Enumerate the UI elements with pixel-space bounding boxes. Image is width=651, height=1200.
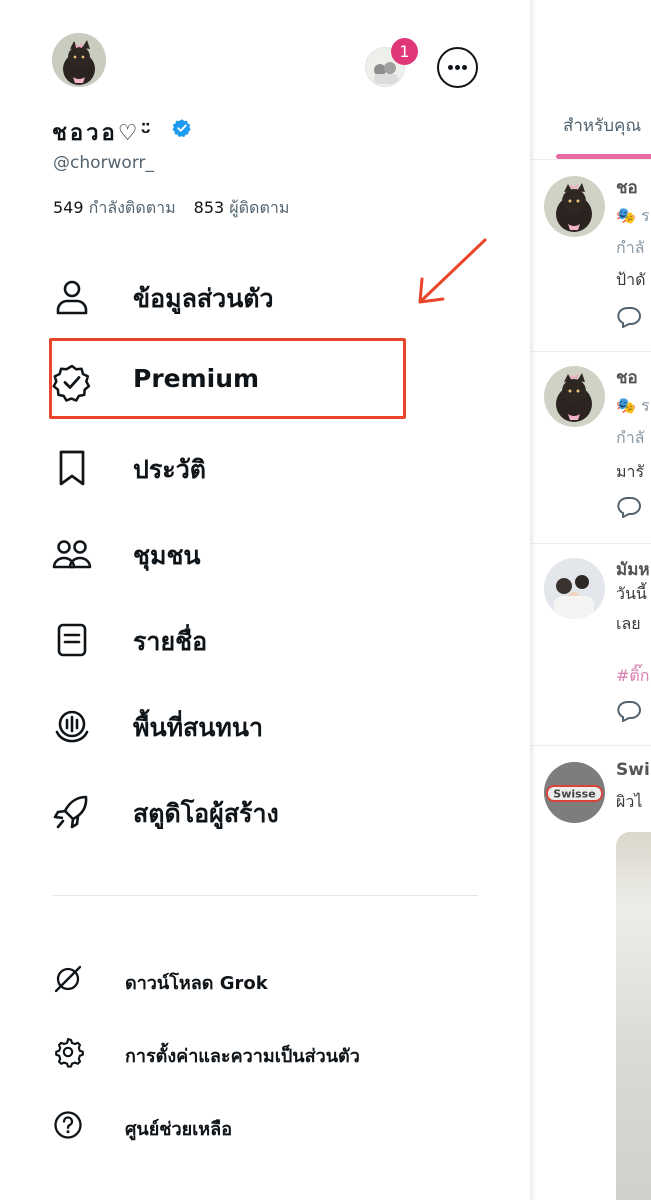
lists-icon <box>57 623 87 657</box>
post-media[interactable] <box>616 832 651 1200</box>
post-text: ป้าดั <box>616 270 646 289</box>
help-icon <box>54 1111 82 1139</box>
nav-item-label: ข้อมูลส่วนตัว <box>133 284 274 313</box>
nav-item-label: ชุมชน <box>133 541 201 570</box>
grok-icon <box>54 965 82 993</box>
post-avatar[interactable] <box>544 366 605 427</box>
post-author[interactable]: มัมห <box>616 556 650 583</box>
section-divider <box>53 895 478 896</box>
nav-item-bookmarks[interactable]: ประวัติ <box>52 436 452 496</box>
nav-item-creator-studio[interactable]: สตูดิโอผู้สร้าง <box>52 780 452 840</box>
post-avatar[interactable]: Swisse <box>544 762 605 823</box>
menu-item-label: การตั้งค่าและความเป็นส่วนตัว <box>125 1046 360 1067</box>
post-author[interactable]: ชอ <box>616 174 638 201</box>
nav-item-label: พื้นที่สนทนา <box>133 713 264 742</box>
post-hashtag[interactable]: #ติ๊ก <box>616 664 649 689</box>
nav-item-spaces[interactable]: พื้นที่สนทนา <box>52 694 452 754</box>
menu-item-help-center[interactable]: ศูนย์ช่วยเหลือ <box>52 1103 472 1147</box>
side-drawer: 1 ชอวอ♡ᵕ̈ @chorworr_ 549 กำลังติดตาม 853 … <box>0 0 530 1200</box>
feed-post[interactable]: ชอ 🎭 ร กำลั มารั <box>530 352 651 544</box>
post-text: ผิวไ <box>616 792 643 811</box>
person-icon <box>56 280 88 315</box>
tab-for-you[interactable]: สำหรับคุณ <box>563 112 641 139</box>
post-text: กำลั <box>616 238 645 257</box>
nav-item-profile[interactable]: ข้อมูลส่วนตัว <box>52 265 452 325</box>
following-count: 549 <box>53 198 84 217</box>
post-avatar[interactable] <box>544 558 605 619</box>
nav-item-communities[interactable]: ชุมชน <box>52 522 452 582</box>
post-text: 🎭 ร <box>616 396 650 415</box>
post-text: มารั <box>616 462 645 481</box>
communities-icon <box>52 540 92 569</box>
bookmark-icon <box>59 450 85 486</box>
home-feed: สำหรับคุณ ชอ 🎭 ร กำลั ป้าดั ชอ 🎭 ร กำลั … <box>530 0 651 1200</box>
nav-item-label: รายชื่อ <box>133 627 208 656</box>
post-author[interactable]: Swi <box>616 760 650 780</box>
premium-highlight-box <box>49 338 406 419</box>
post-text: กำลั <box>616 428 645 447</box>
verified-badge-icon <box>172 119 191 138</box>
brand-logo-text: Swisse <box>553 788 595 801</box>
nav-item-label: ประวัติ <box>133 455 206 484</box>
post-avatar[interactable] <box>544 176 605 237</box>
avatar[interactable] <box>52 33 106 87</box>
tab-active-indicator <box>556 154 651 159</box>
notification-badge: 1 <box>391 38 418 65</box>
menu-item-download-grok[interactable]: ดาวน์โหลด Grok <box>52 957 472 1001</box>
reply-icon[interactable] <box>616 496 642 518</box>
handle: @chorworr_ <box>53 153 154 173</box>
post-text: วันนี้ <box>616 584 647 603</box>
rocket-icon <box>53 795 88 829</box>
menu-item-label: ศูนย์ช่วยเหลือ <box>125 1119 233 1140</box>
drawer-shadow <box>530 0 536 1200</box>
annotation-arrow-icon <box>418 238 487 304</box>
followers-label: ผู้ติดตาม <box>229 198 290 217</box>
following-label: กำลังติดตาม <box>88 198 176 217</box>
reply-icon[interactable] <box>616 700 642 722</box>
menu-item-label: ดาวน์โหลด Grok <box>125 973 268 994</box>
post-text: เลย <box>616 614 641 633</box>
reply-icon[interactable] <box>616 306 642 328</box>
feed-post[interactable]: ชอ 🎭 ร กำลั ป้าดั <box>530 160 651 352</box>
follow-stats: 549 กำลังติดตาม 853 ผู้ติดตาม <box>53 196 289 221</box>
menu-item-settings[interactable]: การตั้งค่าและความเป็นส่วนตัว <box>52 1030 472 1074</box>
nav-item-label: สตูดิโอผู้สร้าง <box>133 799 279 828</box>
post-author[interactable]: ชอ <box>616 364 638 391</box>
followers-link[interactable]: 853 ผู้ติดตาม <box>194 198 290 217</box>
spaces-icon <box>55 710 89 743</box>
more-options-button[interactable] <box>437 47 478 88</box>
post-text: 🎭 ร <box>616 206 650 225</box>
following-link[interactable]: 549 กำลังติดตาม <box>53 198 176 217</box>
feed-header: สำหรับคุณ <box>530 0 651 160</box>
feed-post[interactable]: มัมห วันนี้ เลย #ติ๊ก <box>530 544 651 746</box>
followers-count: 853 <box>193 198 225 217</box>
gear-icon <box>55 1037 84 1068</box>
nav-item-lists[interactable]: รายชื่อ <box>52 608 452 668</box>
display-name[interactable]: ชอวอ♡ᵕ̈ <box>52 115 154 150</box>
